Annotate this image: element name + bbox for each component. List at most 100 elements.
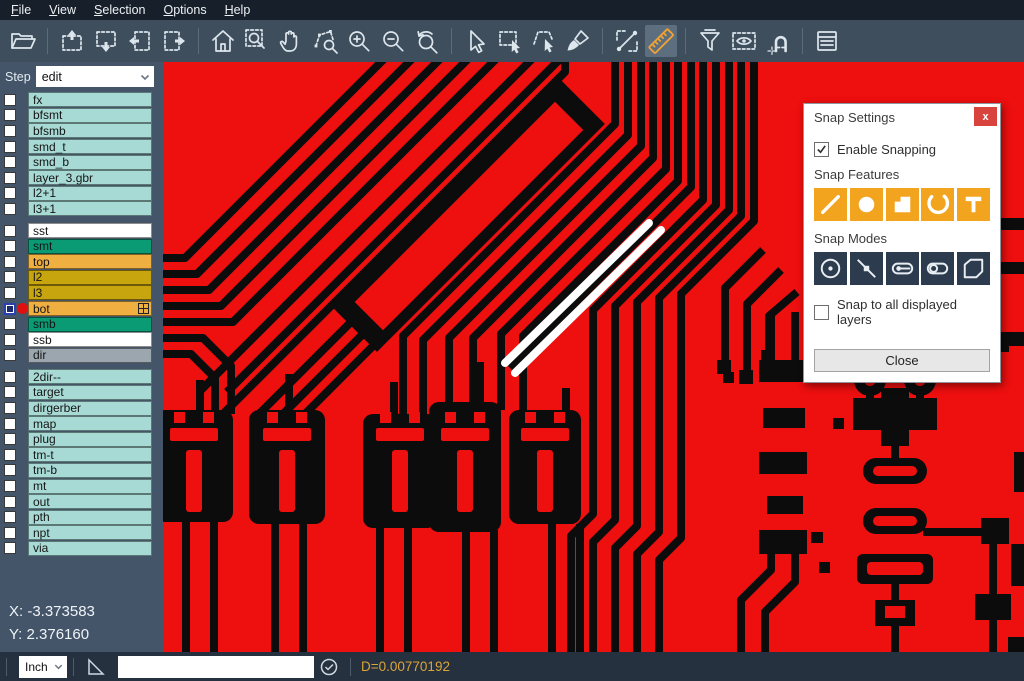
layer-name-l3+1[interactable]: l3+1 <box>28 201 152 216</box>
snap-feature-surface-button[interactable] <box>886 188 919 221</box>
layer-name-pth[interactable]: pth <box>28 510 152 525</box>
layer-visibility-checkbox[interactable] <box>4 511 16 523</box>
layer-visibility-checkbox[interactable] <box>4 187 16 199</box>
tool-measure-ruler-icon[interactable] <box>645 25 677 57</box>
layer-visibility-checkbox[interactable] <box>4 125 16 137</box>
layer-name-map[interactable]: map <box>28 416 152 431</box>
snap-feature-text-button[interactable] <box>957 188 990 221</box>
tool-clean-brush-icon[interactable] <box>562 25 594 57</box>
tool-zoom-polygon-icon[interactable] <box>309 25 341 57</box>
tool-zoom-in-icon[interactable] <box>343 25 375 57</box>
tool-shift-up-icon[interactable] <box>56 25 88 57</box>
layer-name-layer_3.gbr[interactable]: layer_3.gbr <box>28 170 152 185</box>
menu-file[interactable]: File <box>2 0 40 20</box>
layer-name-smb[interactable]: smb <box>28 317 152 332</box>
step-combobox[interactable]: edit <box>36 66 154 87</box>
layer-visibility-checkbox[interactable] <box>4 156 16 168</box>
snap-mode-point-button[interactable] <box>850 252 883 285</box>
layer-visibility-checkbox[interactable] <box>4 334 16 346</box>
tool-open-folder-icon[interactable] <box>7 25 39 57</box>
loop-check-icon[interactable] <box>319 657 339 677</box>
snap-all-layers-checkbox[interactable] <box>814 305 829 320</box>
layer-visibility-checkbox[interactable] <box>4 433 16 445</box>
layer-name-bot[interactable]: bot <box>28 301 152 316</box>
layer-name-target[interactable]: target <box>28 385 152 400</box>
layer-name-l3[interactable]: l3 <box>28 285 152 300</box>
layer-name-l2+1[interactable]: l2+1 <box>28 186 152 201</box>
tool-report-panel-icon[interactable] <box>811 25 843 57</box>
tool-snap-magnet-icon[interactable] <box>762 25 794 57</box>
command-input[interactable] <box>118 656 314 678</box>
layer-visibility-checkbox[interactable] <box>4 240 16 252</box>
layer-visibility-checkbox[interactable] <box>4 402 16 414</box>
layer-name-smd_b[interactable]: smd_b <box>28 155 152 170</box>
layer-visibility-checkbox[interactable] <box>4 318 16 330</box>
snap-mode-slot-end-button[interactable] <box>921 252 954 285</box>
layer-name-2dir--[interactable]: 2dir-- <box>28 369 152 384</box>
layer-name-top[interactable]: top <box>28 254 152 269</box>
tool-zoom-out-icon[interactable] <box>377 25 409 57</box>
tool-filter-icon[interactable] <box>694 25 726 57</box>
layer-name-smt[interactable]: smt <box>28 239 152 254</box>
layer-name-tm-b[interactable]: tm-b <box>28 463 152 478</box>
snap-feature-line-button[interactable] <box>814 188 847 221</box>
snap-mode-center-button[interactable] <box>814 252 847 285</box>
dialog-close-x-button[interactable]: x <box>974 107 997 126</box>
layer-visibility-checkbox[interactable] <box>4 527 16 539</box>
layer-visibility-checkbox[interactable] <box>4 203 16 215</box>
layer-visibility-checkbox[interactable] <box>4 418 16 430</box>
tool-shift-down-icon[interactable] <box>90 25 122 57</box>
tool-zoom-area-icon[interactable] <box>241 25 273 57</box>
layer-visibility-checkbox[interactable] <box>4 386 16 398</box>
menu-view[interactable]: View <box>40 0 85 20</box>
layer-name-tm-t[interactable]: tm-t <box>28 447 152 462</box>
layer-visibility-checkbox[interactable] <box>4 109 16 121</box>
layer-name-dir[interactable]: dir <box>28 348 152 363</box>
layer-visibility-checkbox[interactable] <box>4 371 16 383</box>
layer-name-fx[interactable]: fx <box>28 92 152 107</box>
layer-name-bfsmb[interactable]: bfsmb <box>28 123 152 138</box>
tool-select-polygon-icon[interactable] <box>528 25 560 57</box>
layer-name-smd_t[interactable]: smd_t <box>28 139 152 154</box>
layer-name-sst[interactable]: sst <box>28 223 152 238</box>
layer-visibility-checkbox[interactable] <box>4 542 16 554</box>
layer-name-ssb[interactable]: ssb <box>28 332 152 347</box>
tool-home-icon[interactable] <box>207 25 239 57</box>
layer-visibility-checkbox[interactable] <box>4 287 16 299</box>
tool-view-area-icon[interactable] <box>728 25 760 57</box>
layer-name-bfsmt[interactable]: bfsmt <box>28 108 152 123</box>
tool-pan-hand-icon[interactable] <box>275 25 307 57</box>
layer-name-l2[interactable]: l2 <box>28 270 152 285</box>
layer-visibility-checkbox[interactable] <box>4 349 16 361</box>
angle-corner-icon[interactable] <box>85 656 107 678</box>
tool-select-rectangle-icon[interactable] <box>494 25 526 57</box>
enable-snapping-checkbox[interactable] <box>814 142 829 157</box>
layer-visibility-checkbox[interactable] <box>4 225 16 237</box>
snap-mode-slot-center-button[interactable] <box>886 252 919 285</box>
pcb-canvas[interactable]: Snap Settings x Enable Snapping Snap Fea… <box>163 62 1024 652</box>
snap-mode-contour-button[interactable] <box>957 252 990 285</box>
layer-name-npt[interactable]: npt <box>28 525 152 540</box>
layer-visibility-checkbox[interactable] <box>4 141 16 153</box>
tool-shift-right-icon[interactable] <box>158 25 190 57</box>
menu-selection[interactable]: Selection <box>85 0 154 20</box>
close-button[interactable]: Close <box>814 349 990 372</box>
tool-measure-line-icon[interactable] <box>611 25 643 57</box>
layer-name-plug[interactable]: plug <box>28 432 152 447</box>
layer-name-via[interactable]: via <box>28 541 152 556</box>
snap-feature-circle-button[interactable] <box>850 188 883 221</box>
units-dropdown[interactable]: Inch <box>19 656 67 678</box>
layer-name-dirgerber[interactable]: dirgerber <box>28 401 152 416</box>
layer-visibility-checkbox[interactable] <box>4 480 16 492</box>
layer-visibility-checkbox[interactable] <box>4 303 16 315</box>
tool-zoom-previous-icon[interactable] <box>411 25 443 57</box>
layer-visibility-checkbox[interactable] <box>4 256 16 268</box>
layer-visibility-checkbox[interactable] <box>4 464 16 476</box>
layer-visibility-checkbox[interactable] <box>4 496 16 508</box>
tool-shift-left-icon[interactable] <box>124 25 156 57</box>
layer-visibility-checkbox[interactable] <box>4 172 16 184</box>
snap-feature-arc-button[interactable] <box>921 188 954 221</box>
snap-dialog-titlebar[interactable]: Snap Settings x <box>804 104 1000 130</box>
layer-visibility-checkbox[interactable] <box>4 94 16 106</box>
layer-visibility-checkbox[interactable] <box>4 271 16 283</box>
